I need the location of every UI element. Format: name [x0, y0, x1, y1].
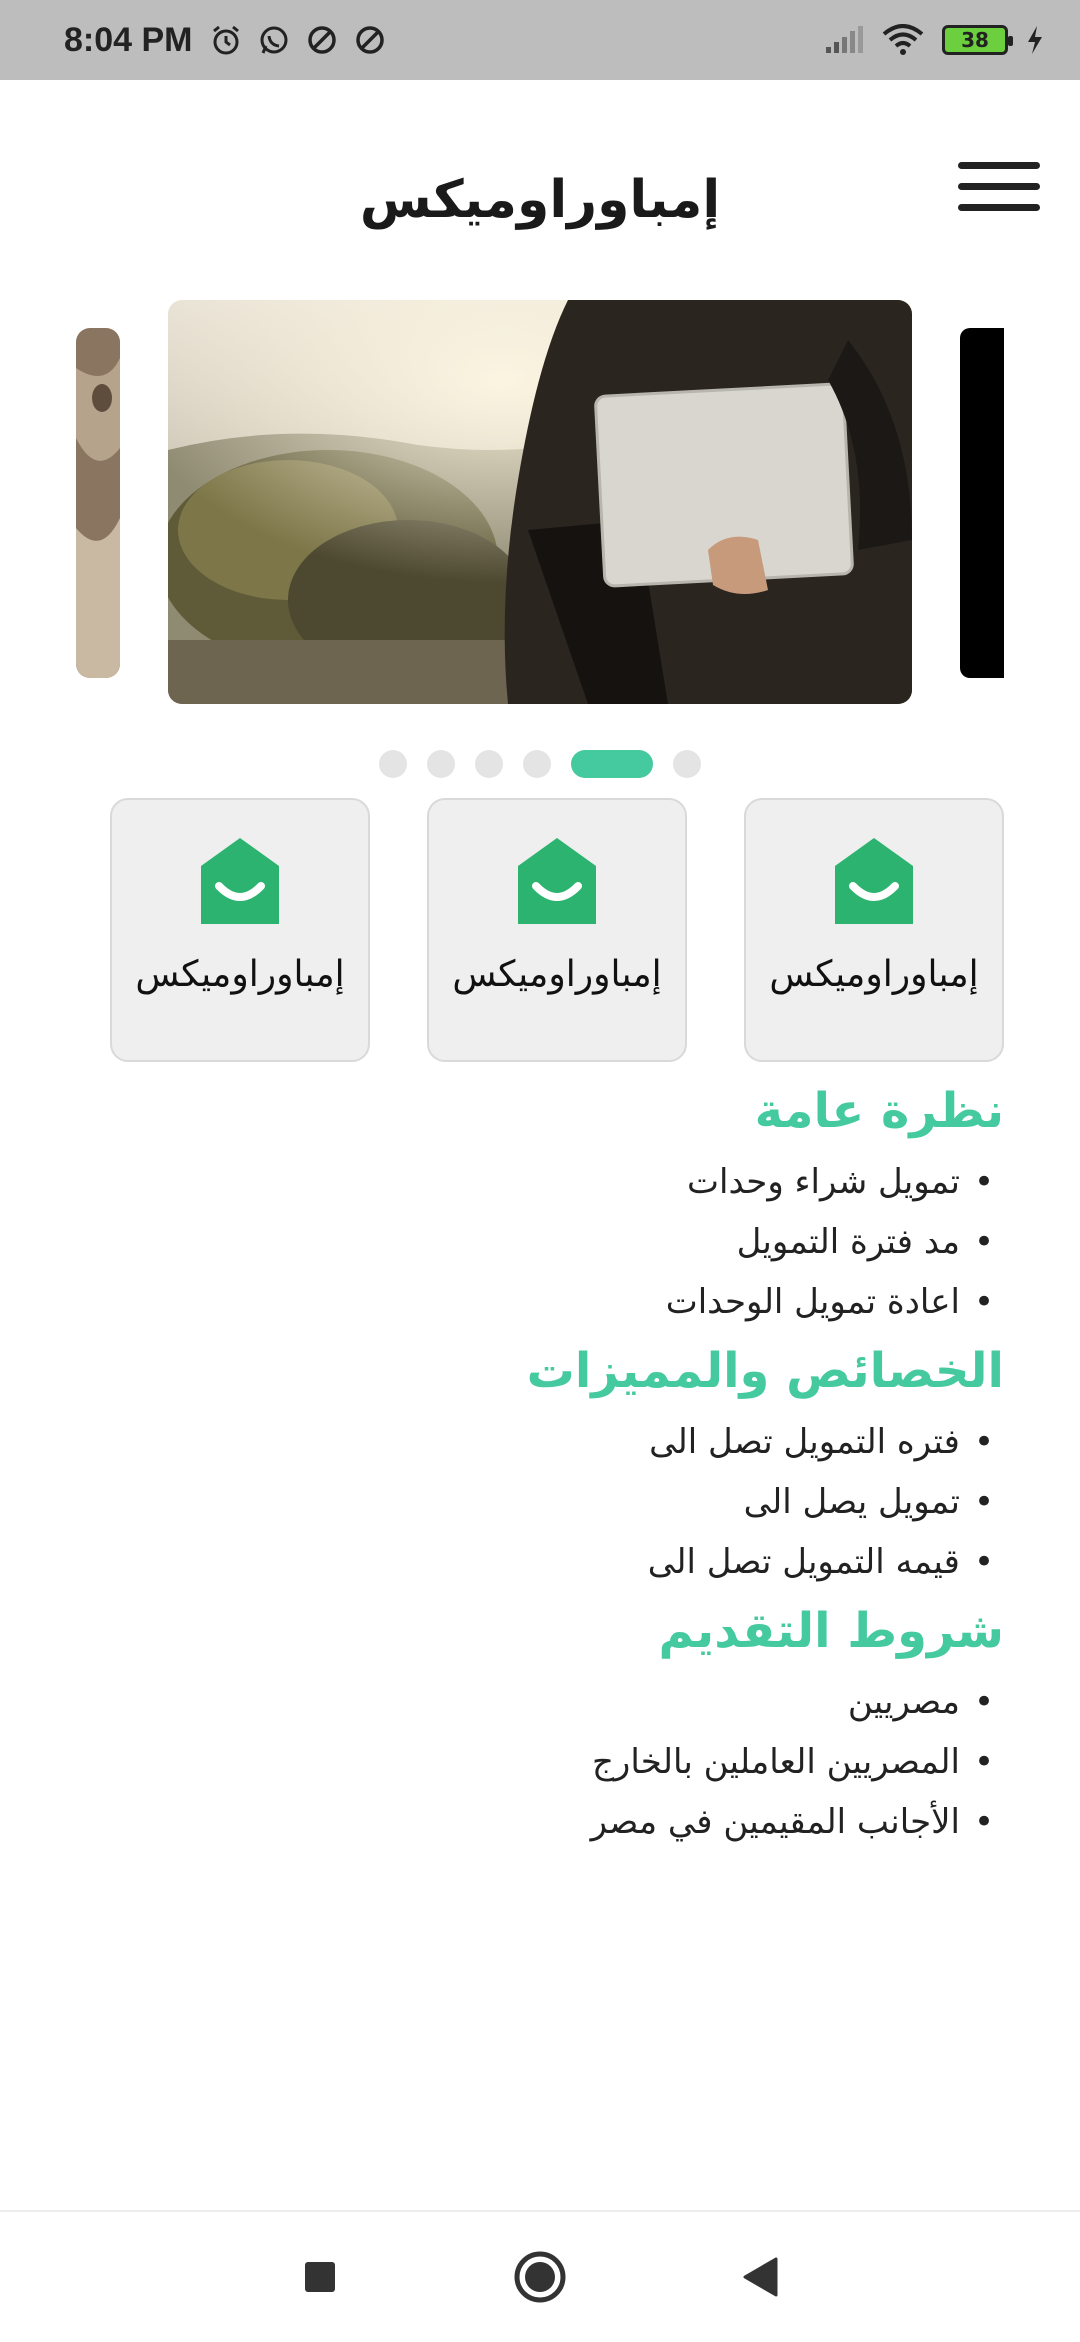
system-nav-bar	[0, 2210, 1080, 2342]
carousel-dot[interactable]	[523, 750, 551, 778]
list-item: قيمه التمويل تصل الى	[144, 1532, 1004, 1592]
app-header: إمباوراوميكس	[0, 80, 1080, 270]
service-card-label: إمباوراوميكس	[452, 954, 662, 995]
section-title-features: الخصائص والمميزات	[526, 1343, 1004, 1399]
hamburger-menu-icon[interactable]	[958, 162, 1040, 222]
status-bar: 8:04 PM 38	[0, 0, 1080, 80]
carousel-dot[interactable]	[673, 750, 701, 778]
list-item: مصريين	[144, 1672, 1004, 1732]
home-circle-icon[interactable]	[505, 2242, 575, 2312]
status-right: 38	[824, 24, 1044, 56]
image-carousel[interactable]	[0, 300, 1080, 710]
requirements-list: مصريين المصريين العاملين بالخارج الأجانب…	[144, 1672, 1004, 1852]
status-left: 8:04 PM	[64, 21, 387, 60]
no-disturb-icon	[355, 26, 384, 54]
list-item: تمويل يصل الى	[144, 1472, 1004, 1532]
section-title-requirements: شروط التقديم	[658, 1603, 1004, 1659]
features-list: فتره التمويل تصل الى تمويل يصل الى قيمه …	[144, 1412, 1004, 1592]
smile-house-icon	[518, 838, 596, 924]
service-card[interactable]: إمباوراوميكس	[110, 798, 370, 1062]
list-item: الأجانب المقيمين في مصر	[144, 1792, 1004, 1852]
carousel-dot-active[interactable]	[571, 750, 653, 778]
service-cards: إمباوراوميكس إمباوراوميكس إمباوراوميكس	[110, 798, 1004, 1064]
alarm-icon	[212, 25, 239, 55]
smile-house-icon	[835, 838, 913, 924]
recents-square-icon[interactable]	[285, 2242, 355, 2312]
service-card-label: إمباوراوميكس	[135, 954, 345, 995]
carousel-slide-current[interactable]	[168, 300, 912, 704]
carousel-dot[interactable]	[379, 750, 407, 778]
list-item: اعادة تمويل الوحدات	[144, 1272, 1004, 1332]
page-title: إمباوراوميكس	[359, 170, 721, 230]
charging-icon	[1028, 26, 1042, 54]
list-item: فتره التمويل تصل الى	[144, 1412, 1004, 1472]
slide-image	[168, 300, 912, 704]
list-item: تمويل شراء وحدات	[144, 1152, 1004, 1212]
carousel-dot[interactable]	[475, 750, 503, 778]
notification-icons	[209, 23, 387, 57]
signal-icon	[826, 26, 863, 53]
slide-image	[76, 328, 120, 678]
service-card[interactable]: إمباوراوميكس	[427, 798, 687, 1062]
carousel-dot[interactable]	[427, 750, 455, 778]
service-card[interactable]: إمباوراوميكس	[744, 798, 1004, 1062]
whatsapp-icon	[260, 26, 287, 54]
battery-level: 38	[961, 28, 989, 52]
carousel-slide-previous[interactable]	[76, 328, 120, 678]
smile-house-icon	[201, 838, 279, 924]
service-card-label: إمباوراوميكس	[769, 954, 979, 995]
list-item: المصريين العاملين بالخارج	[144, 1732, 1004, 1792]
wifi-icon	[882, 24, 924, 55]
status-time: 8:04 PM	[64, 20, 193, 59]
carousel-indicators	[0, 750, 1080, 778]
no-disturb-icon	[307, 26, 336, 54]
details-content: نظرة عامة تمويل شراء وحدات مد فترة التمو…	[144, 1078, 1004, 1858]
overview-list: تمويل شراء وحدات مد فترة التمويل اعادة ت…	[144, 1152, 1004, 1332]
battery-icon: 38	[942, 25, 1013, 55]
section-title-overview: نظرة عامة	[754, 1083, 1004, 1139]
list-item: مد فترة التمويل	[144, 1212, 1004, 1272]
back-triangle-icon[interactable]	[725, 2242, 795, 2312]
carousel-slide-next[interactable]	[960, 328, 1004, 678]
